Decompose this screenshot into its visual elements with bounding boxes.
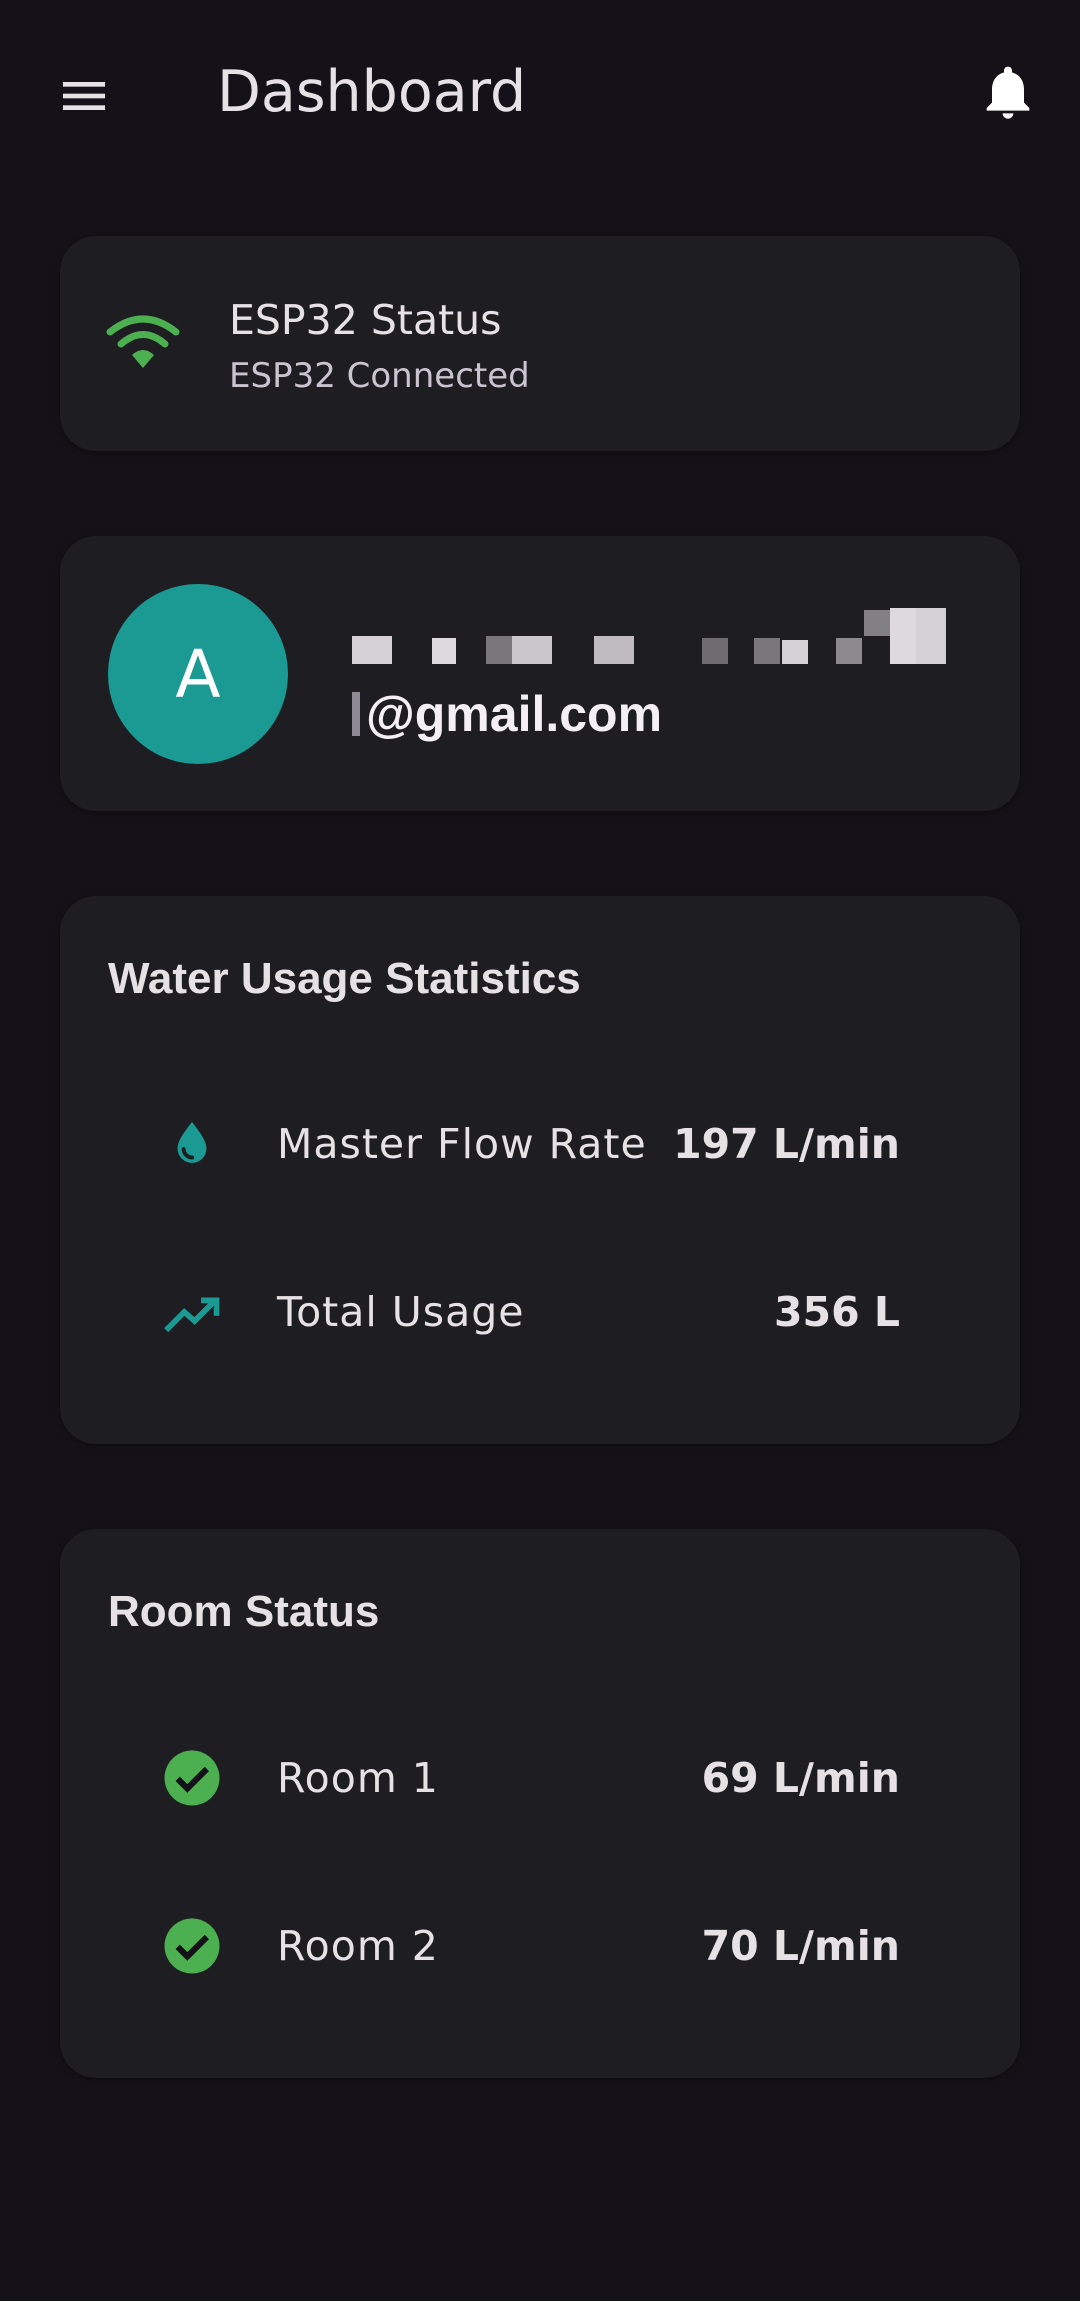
esp32-status-text: ESP32 Connected (229, 356, 530, 396)
page-title: Dashboard (217, 59, 527, 125)
user-email: @gmail.com (366, 686, 663, 742)
room-2-label: Room 2 (277, 1922, 439, 1970)
total-usage-value: 356 L (774, 1288, 900, 1336)
esp32-status-card (60, 236, 1020, 451)
room-1-label: Room 1 (277, 1754, 439, 1802)
user-name-redacted (346, 608, 946, 664)
bell-icon (986, 66, 1030, 119)
email-redaction (352, 692, 360, 736)
master-flow-rate-label: Master Flow Rate (277, 1120, 647, 1168)
water-drop-icon (158, 1110, 226, 1178)
room-2-value: 70 L/min (701, 1922, 900, 1970)
master-flow-rate-value: 197 L/min (673, 1120, 900, 1168)
notifications-button[interactable] (964, 48, 1052, 136)
room-status-title: Room Status (108, 1587, 380, 1636)
water-usage-title: Water Usage Statistics (108, 954, 581, 1003)
esp32-status-title: ESP32 Status (229, 296, 502, 344)
check-circle-icon (158, 1912, 226, 1980)
wifi-icon (106, 315, 180, 368)
total-usage-label: Total Usage (277, 1288, 525, 1336)
hamburger-menu-icon (63, 82, 105, 110)
menu-button[interactable] (40, 52, 128, 140)
room-1-value: 69 L/min (701, 1754, 900, 1802)
trending-up-icon (158, 1278, 226, 1346)
avatar: A (108, 584, 288, 764)
app-bar: Dashboard (0, 0, 1080, 184)
check-circle-icon (158, 1744, 226, 1812)
